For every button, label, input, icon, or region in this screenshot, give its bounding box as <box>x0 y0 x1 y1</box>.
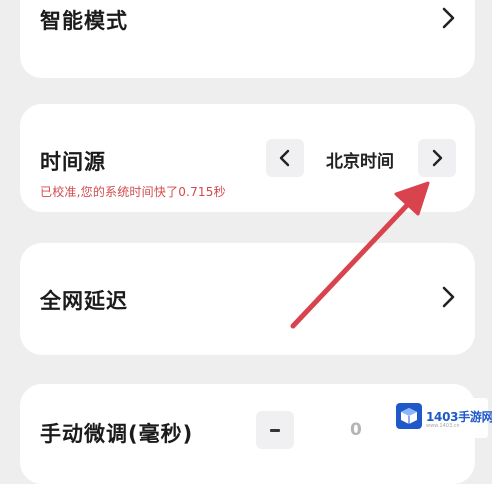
time-source-row: 时间源 北京时间 已校准,您的系统时间快了0.715秒 <box>20 104 475 212</box>
chevron-left-icon <box>279 149 290 167</box>
time-source-next-button[interactable] <box>418 139 456 177</box>
manual-adjust-label: 手动微调(毫秒) <box>40 422 194 446</box>
cube-logo-icon <box>396 403 422 429</box>
chevron-right-icon <box>432 149 443 167</box>
smart-mode-label: 智能模式 <box>40 9 128 33</box>
chevron-right-icon[interactable] <box>437 284 459 310</box>
time-source-value: 北京时间 <box>326 152 394 172</box>
decrease-button[interactable] <box>256 411 294 449</box>
calibration-status: 已校准,您的系统时间快了0.715秒 <box>40 185 226 199</box>
smart-mode-row[interactable]: 智能模式 <box>20 0 475 78</box>
network-delay-label: 全网延迟 <box>40 289 128 313</box>
site-watermark: 1403手游网 www.1403.cn <box>388 398 492 438</box>
network-delay-row[interactable]: 全网延迟 <box>20 243 475 355</box>
time-source-prev-button[interactable] <box>266 139 304 177</box>
chevron-right-icon[interactable] <box>437 5 459 31</box>
manual-adjust-value: 0 <box>350 420 362 440</box>
minus-icon <box>270 429 280 432</box>
time-source-label: 时间源 <box>40 150 106 174</box>
watermark-subtext: www.1403.cn <box>426 423 460 429</box>
